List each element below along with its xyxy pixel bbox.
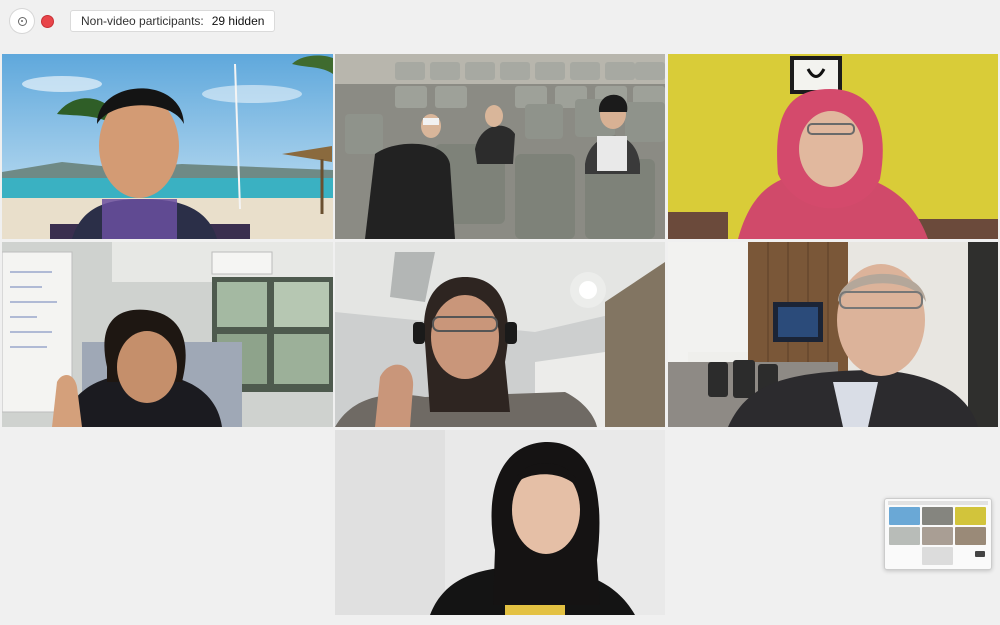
- mini-gallery-thumbnail[interactable]: [884, 498, 992, 570]
- video-tile-5[interactable]: [335, 242, 665, 427]
- info-button[interactable]: [10, 9, 34, 33]
- mini-tile: [889, 507, 920, 525]
- hidden-count: 29 hidden: [211, 14, 265, 28]
- mini-tile: [889, 527, 920, 545]
- mini-tile: [922, 547, 953, 565]
- video-feed: [335, 242, 665, 427]
- mini-tile: [922, 507, 953, 525]
- video-tile-7[interactable]: [335, 430, 665, 615]
- video-feed: [2, 242, 333, 427]
- video-tile-2[interactable]: [335, 54, 665, 239]
- video-tile-3[interactable]: [668, 54, 998, 239]
- video-feed: [668, 54, 998, 239]
- mini-label: [975, 551, 985, 557]
- record-button[interactable]: [35, 9, 59, 33]
- video-tile-6[interactable]: [668, 242, 998, 427]
- video-tile-1[interactable]: [2, 54, 333, 239]
- video-feed: [668, 242, 998, 427]
- record-icon: [41, 15, 53, 27]
- mini-tile: [955, 507, 986, 525]
- mini-gallery-header: [888, 501, 988, 505]
- mini-tile: [955, 527, 986, 545]
- video-feed: [335, 430, 665, 615]
- non-video-label: Non-video participants:: [81, 14, 204, 28]
- video-feed: [2, 54, 333, 239]
- video-feed: [335, 54, 665, 239]
- meeting-toolbar: Non-video participants: 29 hidden: [0, 0, 1000, 46]
- non-video-participants-badge[interactable]: Non-video participants: 29 hidden: [70, 10, 276, 32]
- video-tile-4[interactable]: [2, 242, 333, 427]
- info-icon: [17, 16, 27, 26]
- mini-tile: [922, 527, 953, 545]
